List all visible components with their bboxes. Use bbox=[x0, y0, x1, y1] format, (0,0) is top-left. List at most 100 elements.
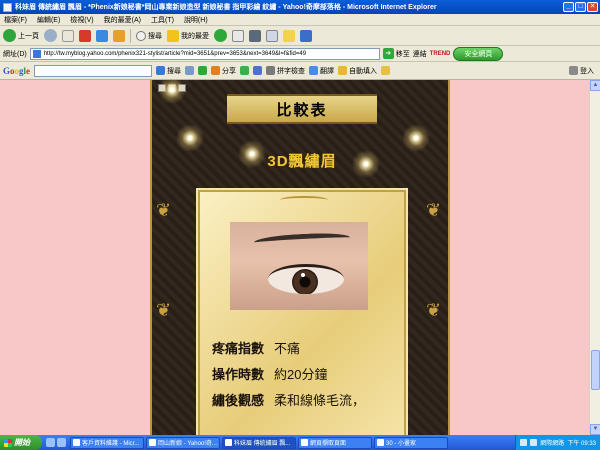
taskbar-item[interactable]: 網頁擷取頁面 bbox=[298, 436, 372, 449]
flourish-ornament: ❦ bbox=[426, 300, 442, 320]
search-label: 搜尋 bbox=[148, 32, 162, 40]
taskbar-item-active[interactable]: 科妹眉 傳統繡眉 飄... bbox=[222, 436, 296, 449]
share-label: 分享 bbox=[222, 67, 237, 75]
quick-launch bbox=[46, 438, 66, 447]
history-icon[interactable] bbox=[214, 29, 227, 42]
sparkle-decoration bbox=[176, 124, 204, 152]
ie-page-icon bbox=[3, 2, 12, 12]
stats-list: 疼痛指數 不痛 操作時數 約20分鐘 繡後觀感 柔和線條毛流， bbox=[212, 338, 402, 416]
spellcheck-button[interactable]: 拼字檢查 bbox=[266, 66, 305, 76]
windows-logo-icon bbox=[4, 438, 12, 447]
stat-row-appearance: 繡後觀感 柔和線條毛流， bbox=[212, 390, 402, 416]
scroll-down-button[interactable]: ▼ bbox=[590, 424, 600, 435]
menu-bar: 檔案(F) 編輯(E) 檢視(V) 我的最愛(A) 工具(T) 說明(H) bbox=[0, 14, 600, 26]
translate-button[interactable]: 翻譯 bbox=[309, 66, 334, 76]
menu-help[interactable]: 說明(H) bbox=[184, 15, 208, 25]
task-label: 30 - 小畫家 bbox=[386, 441, 417, 447]
stop-icon[interactable] bbox=[79, 29, 91, 42]
forward-button[interactable] bbox=[44, 29, 57, 42]
eyebrow-shape bbox=[253, 231, 351, 249]
stat-value: 柔和線條毛流， bbox=[274, 393, 366, 408]
menu-tools[interactable]: 工具(T) bbox=[151, 15, 174, 25]
folder-icon[interactable] bbox=[283, 29, 295, 42]
page-icon bbox=[62, 29, 74, 42]
menu-edit[interactable]: 編輯(E) bbox=[37, 15, 60, 25]
home-icon[interactable] bbox=[113, 29, 125, 42]
autofill-button[interactable]: 自動填入 bbox=[338, 66, 377, 76]
minimize-button[interactable]: _ bbox=[563, 2, 574, 12]
task-label: 岡山新娘 - Yahoo!奇... bbox=[158, 441, 217, 447]
sparkle-decoration bbox=[158, 80, 186, 104]
iris-shape bbox=[292, 269, 318, 294]
scroll-up-button[interactable]: ▲ bbox=[590, 80, 600, 91]
refresh-icon[interactable] bbox=[96, 29, 108, 42]
google-search-icon bbox=[156, 66, 166, 75]
vertical-scrollbar[interactable]: ▲ ▼ bbox=[589, 80, 600, 435]
clock[interactable]: 下午 09:33 bbox=[567, 438, 596, 447]
back-label: 上一頁 bbox=[18, 32, 39, 40]
window-title: 科妹眉 傳統繡眉 飄眉 - *Phenix新娘秘書*岡山專業新娘造型 新娘秘書 … bbox=[15, 4, 437, 11]
menu-view[interactable]: 檢視(V) bbox=[70, 15, 93, 25]
blog-article: 比較表 3D飄繡眉 ❦ ❦ ❦ ❦ 疼痛指數 不痛 操作時數 約20分鐘 繡後觀… bbox=[150, 80, 450, 435]
google-search-button[interactable]: 搜尋 bbox=[156, 66, 181, 76]
article-heading: 比較表 bbox=[276, 101, 328, 119]
taskbar-item[interactable]: 客戶資料維護 - Micr... bbox=[70, 436, 144, 449]
stat-value: 約20分鐘 bbox=[274, 367, 328, 382]
task-label: 網頁擷取頁面 bbox=[310, 441, 347, 447]
edit-icon[interactable] bbox=[266, 29, 278, 42]
google-search-input[interactable] bbox=[34, 64, 153, 77]
plus-icon[interactable] bbox=[198, 66, 208, 75]
translate-label: 翻譯 bbox=[320, 67, 335, 75]
taskbar-item[interactable]: 30 - 小畫家 bbox=[374, 436, 448, 449]
close-button[interactable]: ✕ bbox=[587, 2, 598, 12]
messenger-icon[interactable] bbox=[300, 29, 312, 42]
stat-label: 繡後觀感 bbox=[212, 393, 265, 408]
maximize-button[interactable]: □ bbox=[575, 2, 586, 12]
links-label[interactable]: 連結 bbox=[413, 49, 427, 59]
bookmark-icon[interactable] bbox=[240, 66, 250, 75]
desktop-icon[interactable] bbox=[46, 438, 55, 447]
menu-favorites[interactable]: 我的最愛(A) bbox=[104, 15, 141, 25]
taskbar: 開始 客戶資料維護 - Micr... 岡山新娘 - Yahoo!奇... 科妹… bbox=[0, 435, 600, 450]
page-icon bbox=[32, 49, 41, 58]
search-icon bbox=[136, 30, 146, 41]
search-button[interactable]: 搜尋 bbox=[136, 30, 162, 41]
menu-file[interactable]: 檔案(F) bbox=[4, 15, 27, 25]
go-button[interactable]: ➜ 移至 bbox=[382, 48, 410, 59]
ie-icon[interactable] bbox=[57, 438, 66, 447]
card-flourish bbox=[280, 196, 328, 204]
signin-button[interactable]: 登入 bbox=[569, 66, 594, 76]
news-icon[interactable] bbox=[185, 66, 195, 75]
address-url: http://tw.myblog.yahoo.com/phenix321-sty… bbox=[43, 50, 307, 57]
dictionary-icon[interactable] bbox=[253, 66, 263, 75]
mail-icon[interactable] bbox=[232, 29, 244, 42]
eyebrow-photo bbox=[230, 222, 368, 310]
title-bar: 科妹眉 傳統繡眉 飄眉 - *Phenix新娘秘書*岡山專業新娘造型 新娘秘書 … bbox=[0, 0, 600, 14]
volume-icon[interactable] bbox=[530, 439, 538, 446]
back-arrow-icon bbox=[3, 29, 16, 42]
task-icon bbox=[377, 439, 384, 446]
taskbar-item[interactable]: 岡山新娘 - Yahoo!奇... bbox=[146, 436, 220, 449]
network-icon[interactable] bbox=[520, 439, 528, 446]
stat-row-pain: 疼痛指數 不痛 bbox=[212, 338, 402, 364]
task-label: 科妹眉 傳統繡眉 飄... bbox=[234, 441, 291, 447]
go-label: 移至 bbox=[395, 50, 410, 58]
start-button[interactable]: 開始 bbox=[0, 435, 42, 450]
page-viewport: 比較表 3D飄繡眉 ❦ ❦ ❦ ❦ 疼痛指數 不痛 操作時數 約20分鐘 繡後觀… bbox=[0, 80, 600, 435]
pencil-icon[interactable] bbox=[381, 66, 391, 75]
back-button[interactable]: 上一頁 bbox=[3, 29, 39, 42]
google-logo: Google bbox=[3, 65, 31, 76]
comparison-banner: 比較表 bbox=[227, 94, 377, 124]
flourish-ornament: ❦ bbox=[156, 300, 172, 320]
trend-micro-logo[interactable]: TREND bbox=[430, 51, 451, 57]
safe-browsing-button[interactable]: 安全網頁 bbox=[453, 46, 504, 61]
scroll-thumb[interactable] bbox=[591, 350, 600, 390]
share-button[interactable]: 分享 bbox=[211, 66, 236, 76]
print-icon[interactable] bbox=[249, 29, 261, 42]
address-bar: 網址(D) http://tw.myblog.yahoo.com/phenix3… bbox=[0, 46, 600, 62]
favorites-button[interactable]: 我的最愛 bbox=[167, 29, 209, 42]
eye-shape bbox=[268, 264, 344, 294]
spellcheck-icon bbox=[266, 66, 276, 75]
standard-toolbar: 上一頁 搜尋 我的最愛 bbox=[0, 26, 600, 46]
address-input[interactable]: http://tw.myblog.yahoo.com/phenix321-sty… bbox=[29, 47, 380, 60]
